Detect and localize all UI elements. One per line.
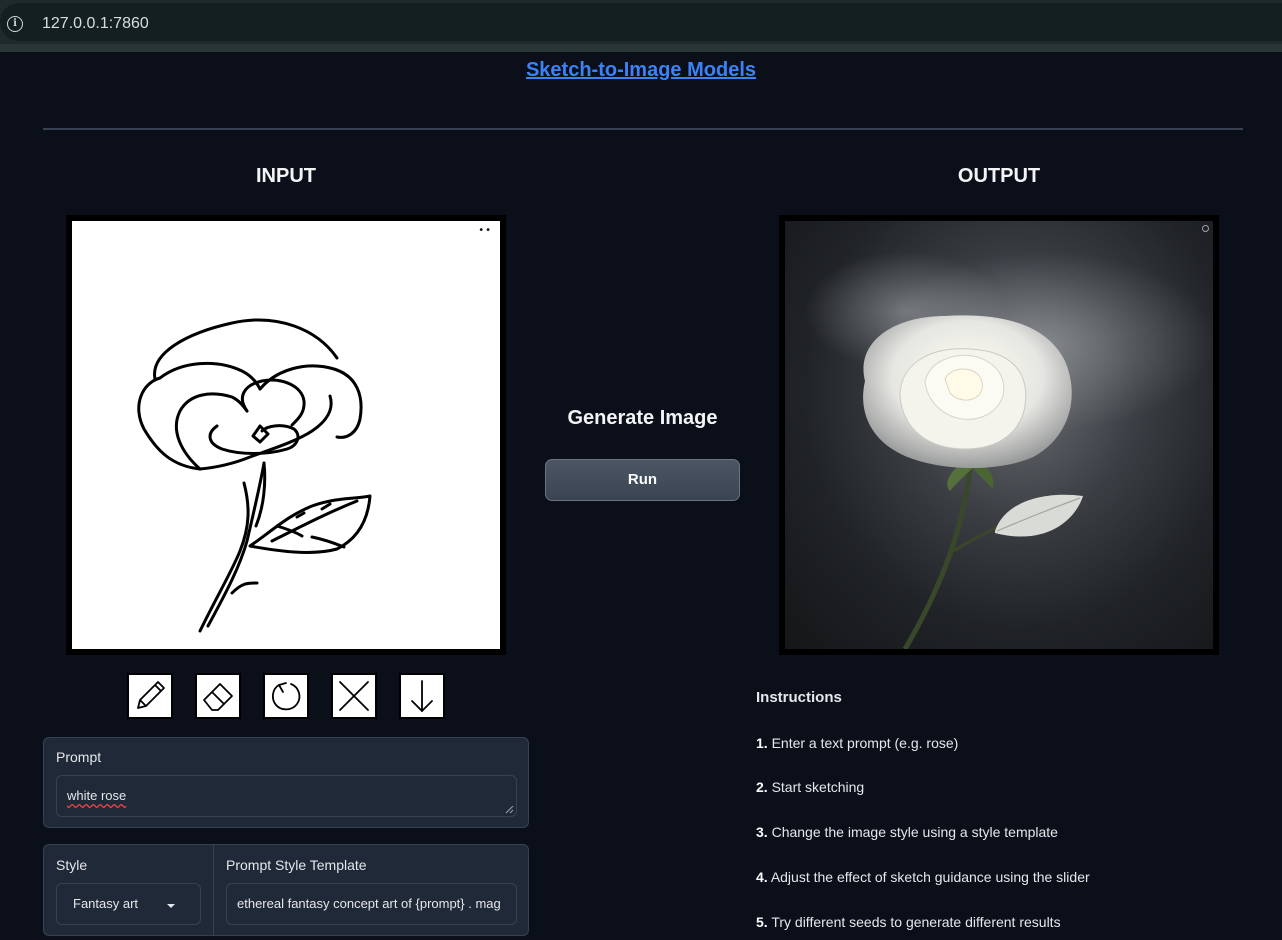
prompt-input[interactable]: white rose (56, 775, 517, 817)
output-image-frame (779, 215, 1219, 655)
download-tool-button[interactable] (399, 673, 445, 719)
chevron-down-icon (167, 904, 175, 908)
url-text[interactable]: 127.0.0.1:7860 (42, 15, 149, 33)
instruction-item: 5. Try different seeds to generate diffe… (756, 914, 1061, 930)
instruction-text: Try different seeds to generate differen… (771, 914, 1061, 930)
template-label: Prompt Style Template (226, 857, 367, 873)
sketch-drawing (137, 318, 372, 633)
clear-icon (339, 681, 369, 711)
title-container: Sketch-to-Image Models (0, 59, 1282, 82)
clear-tool-button[interactable] (331, 673, 377, 719)
instruction-number: 1. (756, 735, 768, 751)
divider (43, 128, 1243, 130)
sketch-canvas[interactable]: •• (72, 221, 500, 649)
undo-tool-button[interactable] (263, 673, 309, 719)
site-info-icon[interactable]: i (7, 16, 23, 32)
instruction-number: 2. (756, 779, 768, 795)
style-panel: Style Fantasy art Prompt Style Template … (43, 844, 529, 936)
sketch-canvas-frame: •• (66, 215, 506, 655)
eraser-icon (203, 683, 233, 711)
style-dropdown[interactable]: Fantasy art (56, 883, 201, 925)
url-field[interactable]: i 127.0.0.1:7860 (0, 3, 1282, 41)
pencil-icon (137, 681, 165, 709)
instruction-item: 4. Adjust the effect of sketch guidance … (756, 869, 1090, 885)
resize-handle-icon[interactable] (504, 804, 514, 814)
instruction-number: 5. (756, 914, 768, 930)
prompt-label: Prompt (56, 749, 102, 765)
undo-icon (272, 682, 301, 711)
instructions-title: Instructions (756, 689, 842, 706)
template-input[interactable]: ethereal fantasy concept art of {prompt}… (226, 883, 517, 925)
output-image (785, 221, 1213, 649)
instruction-text: Change the image style using a style tem… (771, 824, 1058, 840)
download-icon (411, 680, 433, 712)
style-label: Style (56, 857, 88, 873)
output-section-title: OUTPUT (957, 165, 1041, 187)
prompt-input-value: white rose (67, 788, 127, 803)
instruction-item: 1. Enter a text prompt (e.g. rose) (756, 735, 958, 751)
style-panel-divider (213, 845, 214, 935)
title-link[interactable]: Sketch-to-Image Models (526, 59, 756, 81)
instruction-item: 2. Start sketching (756, 779, 864, 795)
instruction-text: Start sketching (771, 779, 865, 795)
template-input-value: ethereal fantasy concept art of {prompt}… (237, 896, 501, 911)
rose-image (805, 251, 1213, 649)
instruction-number: 3. (756, 824, 768, 840)
eraser-tool-button[interactable] (195, 673, 241, 719)
prompt-panel: Prompt white rose (43, 737, 529, 828)
browser-address-bar: i 127.0.0.1:7860 (0, 0, 1282, 52)
instruction-number: 4. (756, 869, 768, 885)
input-section-title: INPUT (256, 165, 316, 187)
app-page: Sketch-to-Image Models INPUT •• Prompt w… (0, 52, 1282, 940)
style-selected-value: Fantasy art (73, 896, 139, 911)
generate-image-heading: Generate Image (567, 407, 718, 429)
run-button[interactable]: Run (545, 459, 740, 501)
instruction-text: Enter a text prompt (e.g. rose) (771, 735, 959, 751)
toolbar-divider (0, 44, 1282, 52)
instruction-text: Adjust the effect of sketch guidance usi… (770, 869, 1090, 885)
instruction-item: 3. Change the image style using a style … (756, 824, 1058, 840)
pencil-tool-button[interactable] (127, 673, 173, 719)
